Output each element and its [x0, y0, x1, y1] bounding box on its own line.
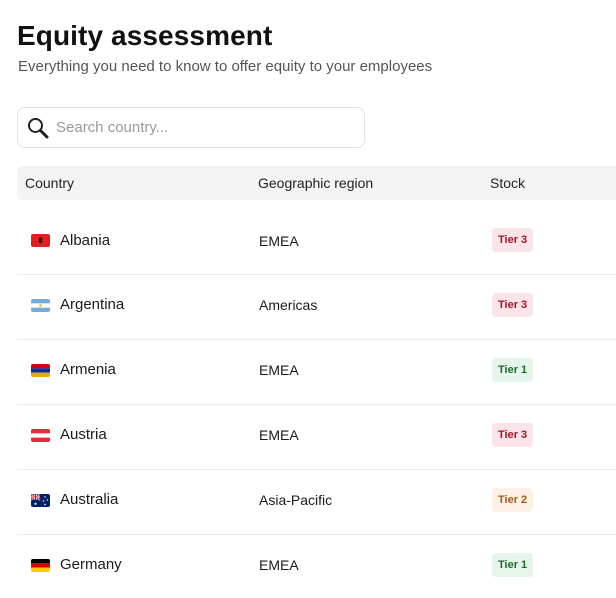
flag-argentina-icon	[31, 299, 50, 312]
stock-tier-badge: Tier 1	[492, 553, 534, 577]
region-name: EMEA	[259, 233, 299, 249]
table-header: Country Geographic region Stock	[17, 166, 616, 200]
stock-tier-badge: Tier 3	[492, 293, 534, 317]
region-name: Asia-Pacific	[259, 492, 333, 508]
country-name: Germany	[60, 556, 122, 573]
flag-germany-icon	[31, 559, 50, 572]
table-row[interactable]: Germany EMEA Tier 1	[17, 535, 616, 598]
country-name: Australia	[60, 491, 119, 508]
flag-albania-icon	[31, 234, 50, 247]
search-icon	[28, 118, 49, 139]
country-name: Armenia	[60, 361, 116, 378]
page-subtitle: Everything you need to know to offer equ…	[18, 58, 433, 75]
table-row[interactable]: Albania EMEA Tier 3	[17, 200, 616, 275]
search-input[interactable]	[56, 108, 356, 147]
stock-tier-badge: Tier 1	[492, 358, 534, 382]
country-name: Albania	[60, 232, 111, 249]
equity-assessment-page: Equity assessment Everything you need to…	[0, 0, 616, 598]
region-name: EMEA	[259, 557, 299, 573]
flag-austria-icon	[31, 429, 50, 442]
table-row[interactable]: Australia Asia-Pacific Tier 2	[17, 470, 616, 535]
stock-tier-badge: Tier 3	[492, 228, 534, 252]
region-name: EMEA	[259, 362, 299, 378]
table-row[interactable]: Austria EMEA Tier 3	[17, 405, 616, 470]
flag-armenia-icon	[31, 364, 50, 377]
region-name: EMEA	[259, 427, 299, 443]
stock-tier-badge: Tier 2	[492, 488, 534, 512]
country-name: Austria	[60, 426, 107, 443]
region-name: Americas	[259, 297, 318, 313]
column-header-stock[interactable]: Stock	[490, 166, 525, 200]
column-header-country[interactable]: Country	[25, 166, 74, 200]
column-header-region[interactable]: Geographic region	[258, 166, 373, 200]
flag-australia-icon	[31, 494, 50, 507]
country-name: Argentina	[60, 296, 125, 313]
page-title: Equity assessment	[17, 20, 273, 51]
table-row[interactable]: Armenia EMEA Tier 1	[17, 340, 616, 405]
search-box[interactable]	[17, 107, 365, 148]
equity-table: Country Geographic region Stock Albania …	[17, 166, 616, 598]
table-row[interactable]: Argentina Americas Tier 3	[17, 275, 616, 340]
stock-tier-badge: Tier 3	[492, 423, 534, 447]
